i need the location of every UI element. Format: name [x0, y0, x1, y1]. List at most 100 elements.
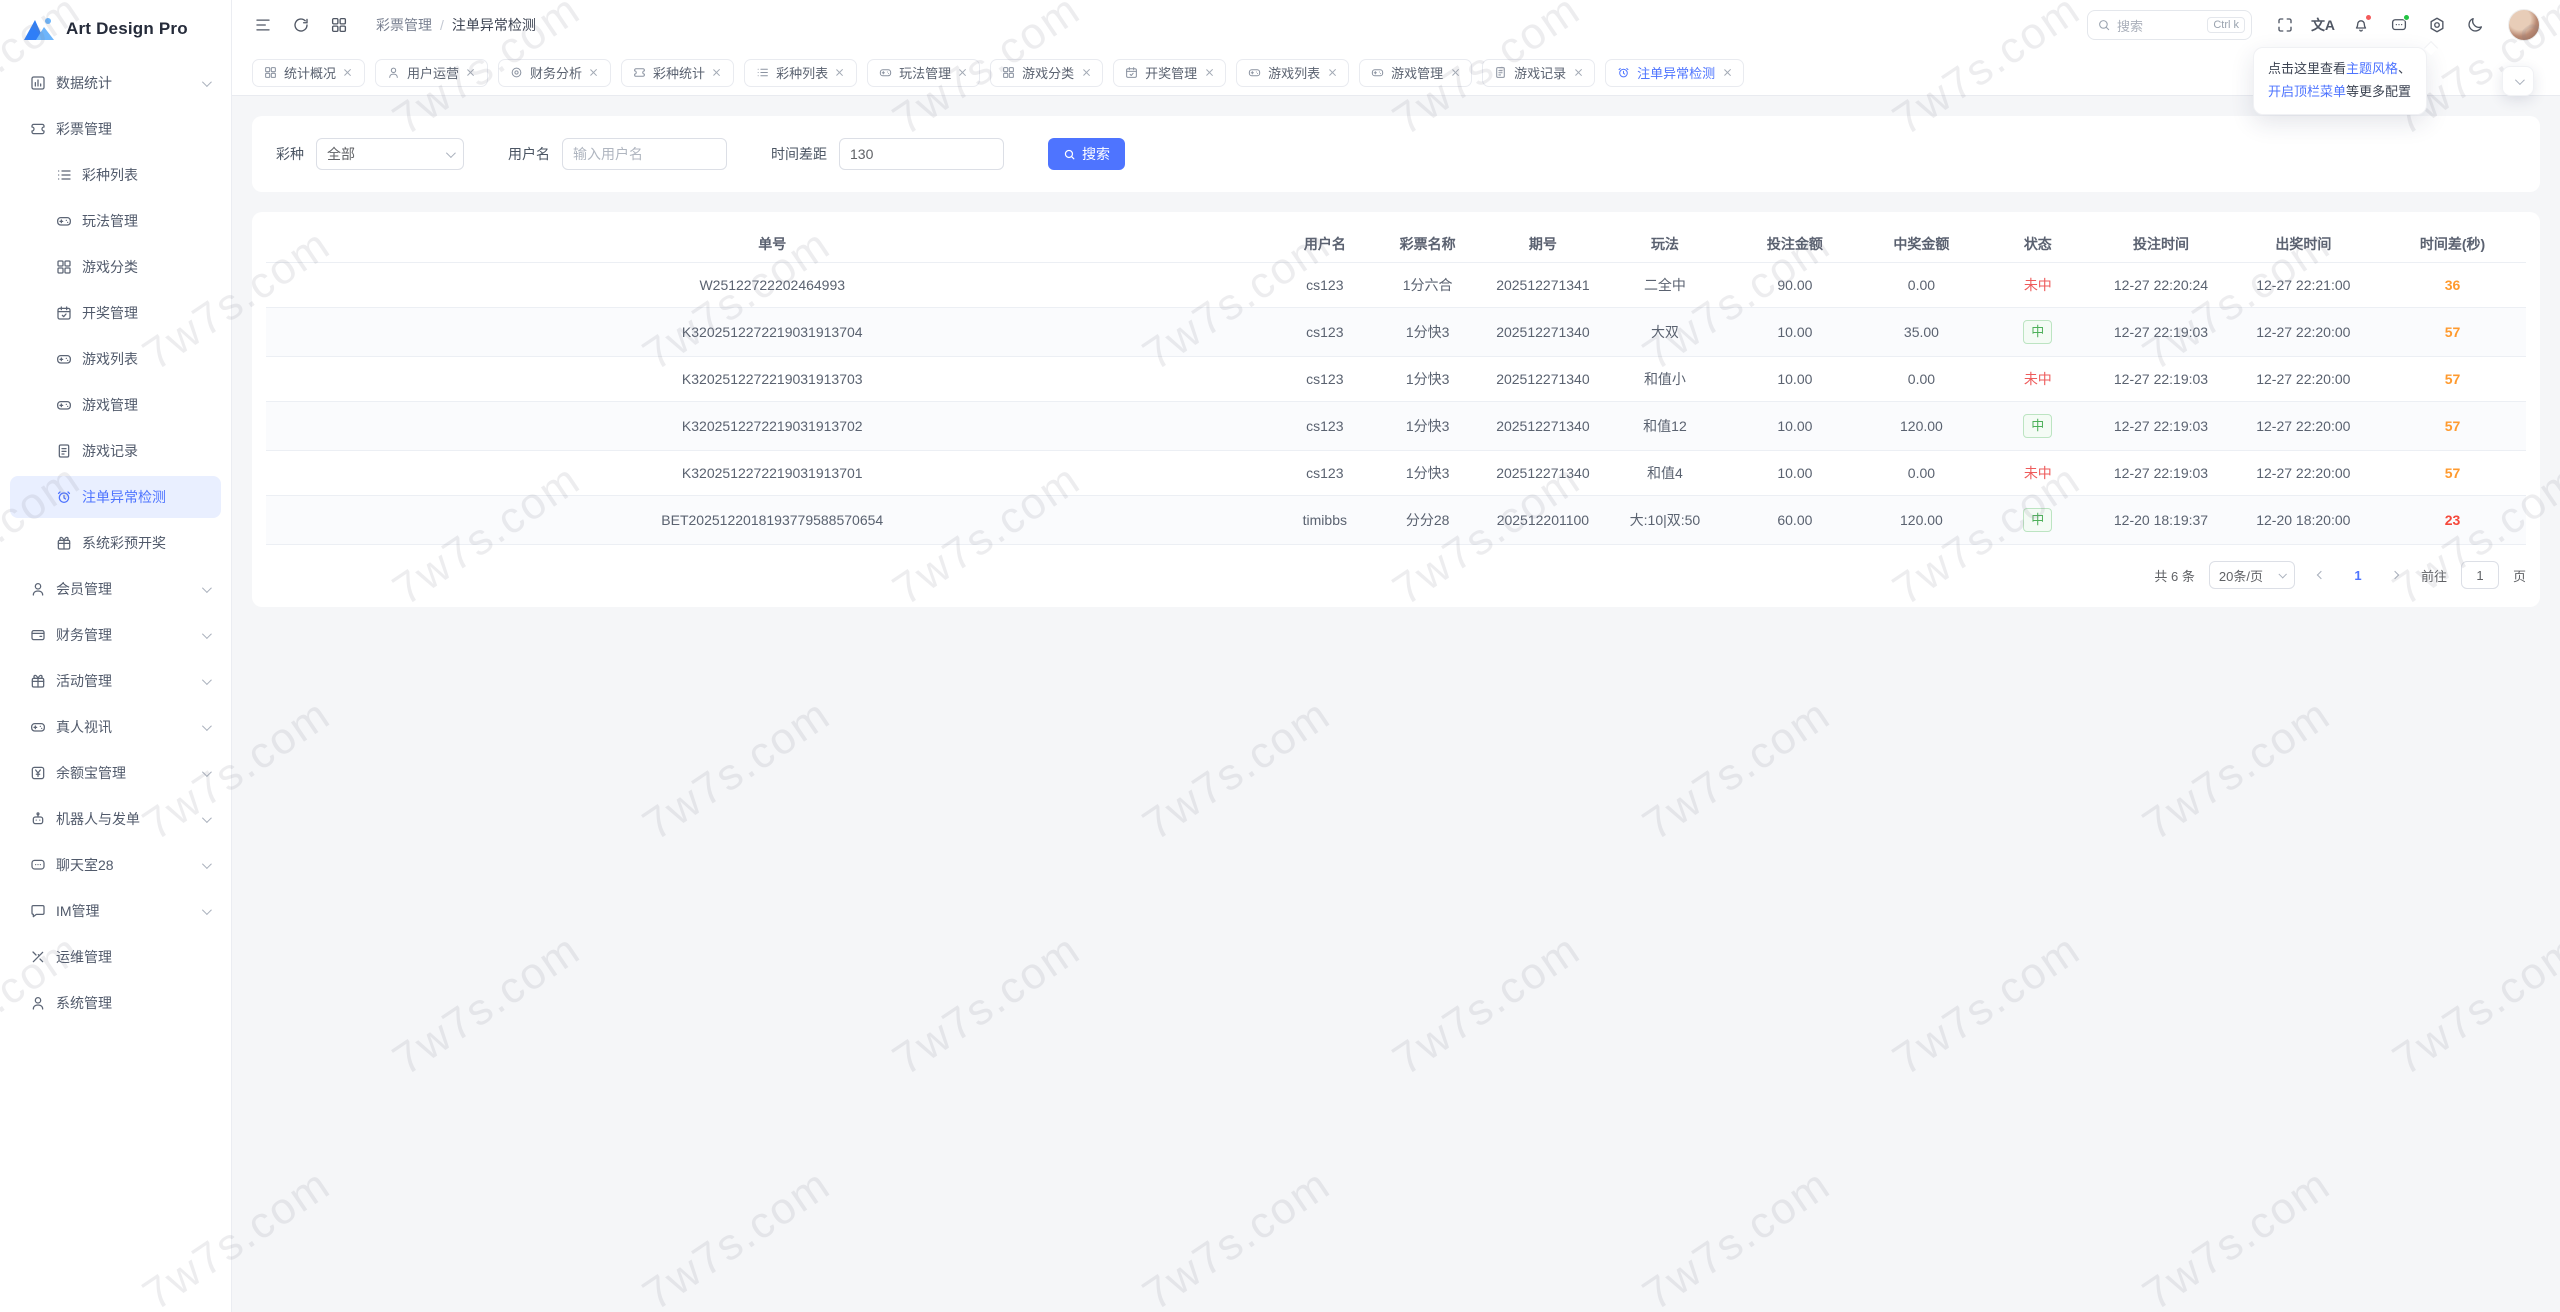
close-icon[interactable] [1722, 68, 1732, 78]
tab-chip[interactable]: 游戏记录 [1482, 59, 1595, 87]
lottery-name-cell: 1分快3 [1371, 402, 1484, 451]
close-icon[interactable] [835, 68, 845, 78]
status-badge: 中 [2023, 508, 2052, 532]
tab-chip[interactable]: 注单异常检测 [1605, 59, 1744, 87]
grid-icon [1002, 66, 1015, 79]
sidebar-item[interactable]: IM管理 [10, 890, 221, 932]
close-icon[interactable] [1450, 68, 1460, 78]
close-icon[interactable] [589, 68, 599, 78]
close-icon[interactable] [466, 68, 476, 78]
lottery-select[interactable]: 全部 [316, 138, 464, 170]
column-header: 单号 [266, 226, 1279, 263]
tab-chip[interactable]: 开奖管理 [1113, 59, 1226, 87]
tab-chip[interactable]: 玩法管理 [867, 59, 980, 87]
bet-time-cell: 12-27 22:20:24 [2094, 263, 2227, 308]
messages-button[interactable] [2384, 10, 2414, 40]
sidebar-item[interactable]: 财务管理 [10, 614, 221, 656]
search-icon [1063, 148, 1076, 161]
sidebar-item[interactable]: 会员管理 [10, 568, 221, 610]
close-icon[interactable] [343, 68, 353, 78]
logo[interactable]: Art Design Pro [0, 0, 231, 58]
refresh-button[interactable] [286, 10, 316, 40]
chevron-left-icon [2317, 571, 2325, 579]
username-label: 用户名 [508, 144, 550, 164]
menu-collapse-button[interactable] [248, 10, 278, 40]
settings-button[interactable] [2422, 10, 2452, 40]
tab-chip[interactable]: 统计概况 [252, 59, 365, 87]
prev-page-button[interactable] [2309, 563, 2333, 587]
sidebar-item[interactable]: 游戏列表 [10, 338, 221, 380]
dark-mode-button[interactable] [2460, 10, 2490, 40]
goto-page-input[interactable] [2461, 561, 2499, 589]
user-avatar[interactable] [2508, 9, 2540, 41]
sidebar-item[interactable]: 开奖管理 [10, 292, 221, 334]
sidebar-item[interactable]: 游戏分类 [10, 246, 221, 288]
breadcrumb-parent[interactable]: 彩票管理 [376, 15, 432, 35]
issue-cell: 202512271340 [1484, 451, 1602, 496]
status-cell: 中 [1981, 496, 2094, 545]
tab-chip[interactable]: 游戏列表 [1236, 59, 1349, 87]
sidebar-item[interactable]: 注单异常检测 [10, 476, 221, 518]
next-page-button[interactable] [2383, 563, 2407, 587]
close-icon[interactable] [958, 68, 968, 78]
table-row: K3202512272219031913701cs1231分快320251227… [266, 451, 2526, 496]
filter-timegap: 时间差距 [771, 138, 1004, 170]
tab-chip[interactable]: 游戏分类 [990, 59, 1103, 87]
sidebar-item[interactable]: 聊天室28 [10, 844, 221, 886]
tab-chip[interactable]: 彩种统计 [621, 59, 734, 87]
close-icon[interactable] [1573, 68, 1583, 78]
language-button[interactable]: 文A [2308, 10, 2338, 40]
bet-time-cell: 12-27 22:19:03 [2094, 451, 2227, 496]
status-cell: 未中 [1981, 263, 2094, 308]
sidebar-item[interactable]: 真人视讯 [10, 706, 221, 748]
collapse-panel-button[interactable] [2502, 66, 2534, 96]
sidebar-item[interactable]: 余额宝管理 [10, 752, 221, 794]
top-menu-link[interactable]: 开启顶栏菜单 [2268, 84, 2346, 99]
close-icon[interactable] [1081, 68, 1091, 78]
username-input[interactable] [562, 138, 727, 170]
chevron-down-icon [202, 583, 212, 593]
search-button[interactable]: 搜索 [1048, 138, 1125, 170]
sidebar-item[interactable]: 彩种列表 [10, 154, 221, 196]
close-icon[interactable] [1204, 68, 1214, 78]
tab-chip[interactable]: 用户运营 [375, 59, 488, 87]
page-size-select[interactable]: 20条/页 [2209, 561, 2295, 589]
sidebar-item[interactable]: 机器人与发单 [10, 798, 221, 840]
issue-cell: 202512201100 [1484, 496, 1602, 545]
sidebar-item[interactable]: 彩票管理 [10, 108, 221, 150]
global-search-input[interactable]: 搜索 Ctrl k [2087, 10, 2252, 40]
column-header: 彩票名称 [1371, 226, 1484, 263]
draw-time-cell: 12-27 22:20:00 [2228, 308, 2379, 357]
sidebar-item[interactable]: 数据统计 [10, 62, 221, 104]
sidebar-item[interactable]: 运维管理 [10, 936, 221, 978]
moon-icon [2466, 16, 2484, 34]
tooltip-text-end: 等更多配置 [2346, 84, 2411, 99]
username-cell: cs123 [1279, 263, 1372, 308]
close-icon[interactable] [712, 68, 722, 78]
sidebar-item[interactable]: 活动管理 [10, 660, 221, 702]
notifications-button[interactable] [2346, 10, 2376, 40]
breadcrumb-separator: / [440, 17, 444, 33]
tab-chip[interactable]: 彩种列表 [744, 59, 857, 87]
lottery-name-cell: 分分28 [1371, 496, 1484, 545]
chevron-down-icon [202, 767, 212, 777]
sidebar-item[interactable]: 游戏记录 [10, 430, 221, 472]
table-row: K3202512272219031913703cs1231分快320251227… [266, 357, 2526, 402]
theme-style-link[interactable]: 主题风格 [2346, 61, 2398, 76]
sidebar-item[interactable]: 玩法管理 [10, 200, 221, 242]
timegap-input[interactable] [839, 138, 1004, 170]
sidebar-item[interactable]: 游戏管理 [10, 384, 221, 426]
tab-chip[interactable]: 游戏管理 [1359, 59, 1472, 87]
issue-cell: 202512271340 [1484, 402, 1602, 451]
tab-chip[interactable]: 财务分析 [498, 59, 611, 87]
apps-grid-button[interactable] [324, 10, 354, 40]
bet-amount-cell: 10.00 [1728, 308, 1861, 357]
status-cell: 中 [1981, 308, 2094, 357]
current-page[interactable]: 1 [2347, 568, 2369, 583]
sidebar-item[interactable]: 系统管理 [10, 982, 221, 1024]
close-icon[interactable] [1327, 68, 1337, 78]
sidebar-item[interactable]: 系统彩预开奖 [10, 522, 221, 564]
fullscreen-button[interactable] [2270, 10, 2300, 40]
username-cell: timibbs [1279, 496, 1372, 545]
order-no-cell: K3202512272219031913702 [266, 402, 1279, 451]
